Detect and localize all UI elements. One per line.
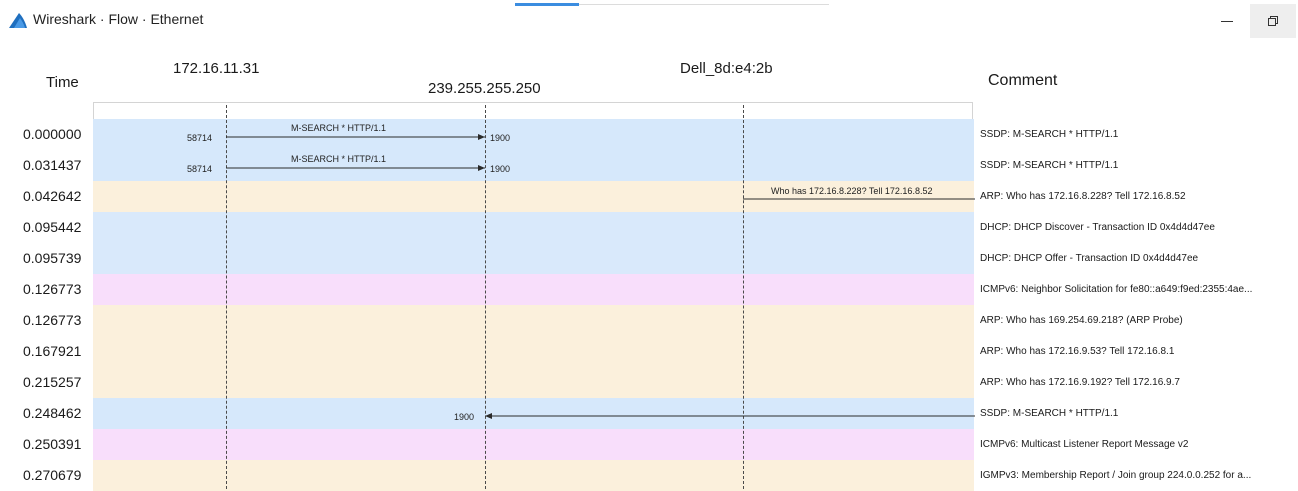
node-header-239-255-255-250[interactable]: 239.255.255.250 xyxy=(428,80,541,97)
time-column-header: Time xyxy=(46,74,79,91)
comment-column-header: Comment xyxy=(988,72,1058,89)
row-comment: SSDP: M-SEARCH * HTTP/1.1 xyxy=(980,408,1119,419)
minimize-button[interactable] xyxy=(1204,4,1250,38)
tab-strip-divider xyxy=(579,4,829,5)
active-tab-indicator xyxy=(515,3,579,6)
src-port-label: 58714 xyxy=(187,133,213,143)
restore-icon xyxy=(1268,16,1278,26)
row-time: 0.095442 xyxy=(23,219,82,235)
row-time: 0.215257 xyxy=(23,374,82,390)
window-title: Wireshark · Flow · Ethernet xyxy=(33,11,204,27)
row-time: 0.000000 xyxy=(23,126,82,142)
diagram-frame xyxy=(93,102,973,119)
row-comment: IGMPv3: Membership Report / Join group 2… xyxy=(980,470,1252,481)
wireshark-fin-icon xyxy=(9,13,27,28)
lifeline-239-255-255-250 xyxy=(485,105,486,489)
row-comment: ICMPv6: Neighbor Solicitation for fe80::… xyxy=(980,284,1253,295)
row-time: 0.126773 xyxy=(23,281,82,297)
row-comment: ARP: Who has 169.254.69.218? (ARP Probe) xyxy=(980,315,1183,326)
arrow-label-text: M-SEARCH * HTTP/1.1 xyxy=(291,154,387,164)
row-time: 0.126773 xyxy=(23,312,82,328)
dst-port-label: 1900 xyxy=(454,412,475,422)
dst-port-label: 1900 xyxy=(490,133,511,143)
lifeline-dell-8d-e4-2b xyxy=(743,105,744,489)
row-comment: DHCP: DHCP Offer - Transaction ID 0x4d4d… xyxy=(980,253,1199,264)
row-time: 0.167921 xyxy=(23,343,82,359)
row-comment: ARP: Who has 172.16.9.192? Tell 172.16.9… xyxy=(980,377,1180,388)
arrow-label-text: Who has 172.16.8.228? Tell 172.16.8.52 xyxy=(771,186,933,196)
row-time: 0.270679 xyxy=(23,467,82,483)
row-time: 0.031437 xyxy=(23,157,82,173)
row-comment: DHCP: DHCP Discover - Transaction ID 0x4… xyxy=(980,222,1215,233)
row-time: 0.248462 xyxy=(23,405,82,421)
minimize-icon xyxy=(1221,20,1233,22)
title-bar: Wireshark · Flow · Ethernet xyxy=(0,0,1298,40)
arrow-label-text: M-SEARCH * HTTP/1.1 xyxy=(291,123,387,133)
row-time: 0.250391 xyxy=(23,436,82,452)
row-comment: ARP: Who has 172.16.8.228? Tell 172.16.8… xyxy=(980,191,1186,202)
row-time: 0.042642 xyxy=(23,188,82,204)
src-port-label: 58714 xyxy=(187,164,213,174)
row-comment: SSDP: M-SEARCH * HTTP/1.1 xyxy=(980,160,1119,171)
node-header-dell-8d-e4-2b[interactable]: Dell_8d:e4:2b xyxy=(680,60,773,77)
row-comment: ICMPv6: Multicast Listener Report Messag… xyxy=(980,439,1189,450)
restore-button[interactable] xyxy=(1250,4,1296,38)
node-header-172-16-11-31[interactable]: 172.16.11.31 xyxy=(173,60,259,77)
dst-port-label: 1900 xyxy=(490,164,511,174)
flow-header: Time 172.16.11.31 239.255.255.250 Dell_8… xyxy=(0,40,1298,111)
row-comment: SSDP: M-SEARCH * HTTP/1.1 xyxy=(980,129,1119,140)
lifeline-172-16-11-31 xyxy=(226,105,227,489)
row-time: 0.095739 xyxy=(23,250,82,266)
row-comment: ARP: Who has 172.16.9.53? Tell 172.16.8.… xyxy=(980,346,1175,357)
